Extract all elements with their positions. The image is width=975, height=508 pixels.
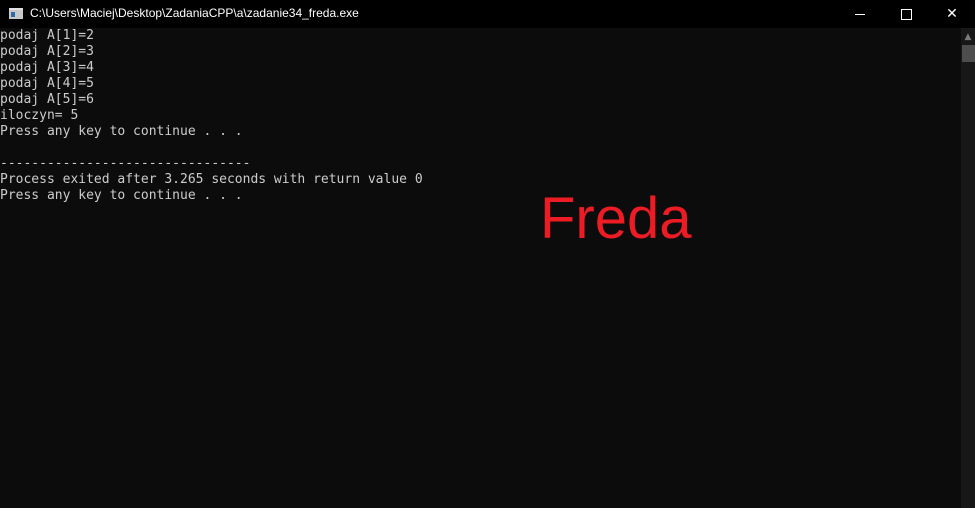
vertical-scrollbar[interactable]: ▲ bbox=[961, 28, 975, 508]
close-icon: ✕ bbox=[946, 6, 958, 22]
separator-line: -------------------------------- bbox=[0, 156, 251, 171]
scroll-up-arrow-icon[interactable]: ▲ bbox=[961, 28, 975, 44]
maximize-button[interactable] bbox=[883, 0, 929, 28]
scrollbar-thumb[interactable] bbox=[962, 45, 975, 62]
console-line: Press any key to continue . . . bbox=[0, 188, 243, 203]
console-line: iloczyn= 5 bbox=[0, 108, 79, 123]
console-line: Press any key to continue . . . bbox=[0, 124, 243, 139]
console-output[interactable]: podaj A[1]=2 podaj A[2]=3 podaj A[3]=4 p… bbox=[0, 28, 961, 508]
maximize-icon bbox=[900, 8, 912, 20]
console-line: podaj A[5]=6 bbox=[0, 92, 94, 107]
minimize-icon bbox=[855, 13, 865, 15]
console-line: podaj A[1]=2 bbox=[0, 28, 94, 43]
console-line: podaj A[2]=3 bbox=[0, 44, 94, 59]
console-line: Process exited after 3.265 seconds with … bbox=[0, 172, 423, 187]
freda-overlay-text: Freda bbox=[540, 186, 692, 251]
console-line: podaj A[4]=5 bbox=[0, 76, 94, 91]
window-title: C:\Users\Maciej\Desktop\ZadaniaCPP\a\zad… bbox=[30, 6, 359, 20]
console-app-icon[interactable] bbox=[9, 8, 23, 19]
close-button[interactable]: ✕ bbox=[929, 0, 975, 28]
console-line: podaj A[3]=4 bbox=[0, 60, 94, 75]
minimize-button[interactable] bbox=[837, 0, 883, 28]
title-bar[interactable]: C:\Users\Maciej\Desktop\ZadaniaCPP\a\zad… bbox=[0, 0, 975, 28]
